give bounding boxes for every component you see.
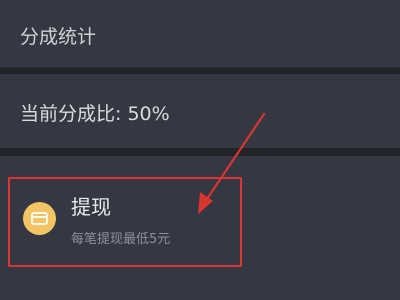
stats-title: 分成统计 [20, 26, 97, 48]
commission-ratio: 当前分成比: 50% [20, 103, 170, 125]
withdraw-menu-item[interactable]: 提现 每笔提现最低5元 [8, 177, 242, 267]
withdraw-subtitle: 每笔提现最低5元 [71, 232, 171, 247]
withdraw-title: 提现 [71, 195, 111, 219]
card-icon [23, 202, 56, 235]
